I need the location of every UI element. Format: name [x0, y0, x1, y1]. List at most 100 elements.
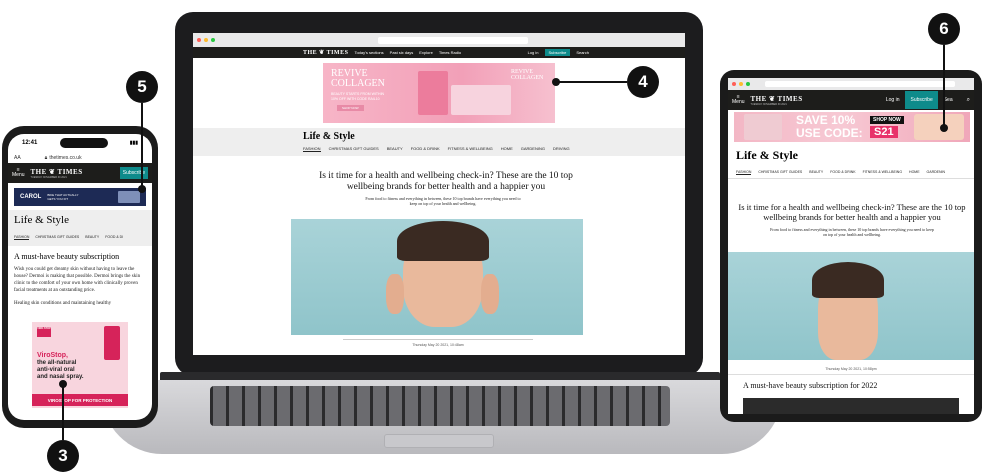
ad-tagline: BEAUTY STARTS FROM WITHIN: [331, 92, 385, 96]
nav-link[interactable]: Today's sections: [354, 50, 383, 55]
tablet-screen: ≡ Menu THE ❦ TIMES TUESDAY NOVEMBER 30 20…: [728, 78, 974, 414]
bike-image: [118, 191, 140, 203]
subnav-fashion[interactable]: FASHION: [14, 235, 30, 240]
ad-offer: 10% OFF WITH CODE RAIL10: [331, 97, 380, 101]
subnav-home[interactable]: HOME: [909, 170, 920, 175]
subscribe-button[interactable]: Subscribe: [544, 49, 571, 56]
subscribe-button[interactable]: Subscribe: [905, 91, 938, 109]
subnav-beauty[interactable]: BEAUTY: [387, 146, 403, 152]
ad2-cta-button[interactable]: VIROSTOP FOR PROTECTION: [32, 394, 128, 406]
subnav-beauty[interactable]: BEAUTY: [809, 170, 823, 175]
left-hand: [386, 274, 404, 314]
minimize-window-icon[interactable]: [204, 38, 208, 42]
callout-5-leader: [141, 103, 143, 188]
subnav-gardening[interactable]: GARDENING: [521, 146, 545, 152]
header-date: TUESDAY NOVEMBER 30 2021: [750, 102, 787, 106]
phone-address-bar[interactable]: AA 🔒︎ thetimes.co.uk: [8, 152, 152, 163]
login-link[interactable]: Log in: [528, 50, 539, 55]
subnav-fashion[interactable]: FASHION: [736, 170, 752, 175]
text-size-button[interactable]: AA: [14, 155, 21, 161]
maximize-window-icon[interactable]: [746, 82, 750, 86]
close-window-icon[interactable]: [732, 82, 736, 86]
menu-button[interactable]: ≡ Menu: [12, 168, 25, 178]
subnav-home[interactable]: HOME: [501, 146, 513, 152]
ad-shop-button[interactable]: SHOP NOW: [870, 116, 904, 124]
times-logo[interactable]: THE ❦ TIMES: [303, 49, 348, 56]
save-ten-percent-ad[interactable]: SAVE 10% USE CODE: SHOP NOW S21: [734, 112, 970, 142]
right-hand: [481, 274, 499, 314]
nav-link[interactable]: Explore: [419, 50, 433, 55]
ad-code-text: USE CODE:: [796, 126, 863, 140]
subnav-gift-guides[interactable]: CHRISTMAS GIFT GUIDES: [758, 170, 802, 175]
subscribe-button[interactable]: Subscribe: [119, 167, 148, 179]
virostop-logo: VIRO STOP: [37, 327, 51, 337]
subnav-beauty[interactable]: BEAUTY: [85, 235, 99, 240]
tablet-address-bar[interactable]: [765, 81, 955, 87]
laptop-keyboard: [210, 386, 670, 426]
status-time: 12:41: [22, 140, 38, 146]
phone-screen: 12:41 ▮▮▮ AA 🔒︎ thetimes.co.uk ≡ Menu THE…: [8, 134, 152, 420]
subnav-driving[interactable]: DRIVING: [553, 146, 570, 152]
battery-icon: ▮▮▮: [129, 140, 138, 146]
menu-button[interactable]: ≡ Menu: [732, 95, 745, 105]
phone-notch: [59, 138, 108, 148]
maximize-window-icon[interactable]: [211, 38, 215, 42]
close-window-icon[interactable]: [197, 38, 201, 42]
virostop-ad[interactable]: VIRO STOP ViroStop, the all-natural anti…: [32, 322, 128, 408]
subnav-food-drink[interactable]: FOOD & DI: [105, 235, 123, 240]
times-logo[interactable]: THE ❦ TIMES: [751, 95, 803, 103]
subnav-food-drink[interactable]: FOOD & DRINK: [411, 146, 440, 152]
callout-6: 6: [928, 13, 960, 45]
spray-box-image: [104, 326, 120, 360]
callout-5: 5: [126, 71, 158, 103]
laptop-trackpad: [384, 434, 494, 448]
revive-collagen-ad[interactable]: REVIVE COLLAGEN BEAUTY STARTS FROM WITHI…: [323, 63, 555, 123]
subnav-gift-guides[interactable]: CHRISTMAS GIFT GUIDES: [329, 146, 379, 152]
login-link[interactable]: Log in: [886, 97, 900, 103]
carol-bike-ad[interactable]: CAROL BIKE THAT ACTUALLY GETS YOU FIT: [14, 188, 146, 206]
phone-site-header: ≡ Menu THE ❦ TIMES TUESDAY NOVEMBER 30 20…: [8, 163, 152, 183]
subnav-gift-guides[interactable]: CHRISTMAS GIFT GUIDES: [35, 235, 79, 240]
callout-6-dot: [940, 124, 948, 132]
subnav-fitness[interactable]: FITNESS & WELLBEING: [448, 146, 493, 152]
ad-hand-image: [914, 114, 964, 140]
article-dateline: Thursday May 20 2021, 10:48am: [412, 343, 464, 347]
article-dateline: Thursday May 20 2021, 10:58pm: [825, 367, 877, 371]
nav-link[interactable]: Times Radio: [439, 50, 461, 55]
divider-line: [343, 339, 533, 340]
laptop-address-bar[interactable]: [378, 36, 528, 44]
search-link[interactable]: Sea: [944, 97, 953, 103]
subnav-food-drink[interactable]: FOOD & DRINK: [830, 170, 855, 175]
ad2-line-2: anti-viral oral: [37, 367, 75, 373]
search-link[interactable]: Search: [576, 50, 679, 55]
search-icon[interactable]: ⌕: [967, 97, 970, 104]
callout-4-leader: [557, 81, 627, 83]
subnav-gardening[interactable]: GARDENIN: [927, 170, 945, 175]
ad-code-value: S21: [870, 126, 898, 138]
ad-model-image: [744, 114, 782, 140]
minimize-window-icon[interactable]: [739, 82, 743, 86]
laptop-browser-chrome: [193, 33, 685, 47]
ad2-line-3: and nasal spray.: [37, 374, 84, 380]
product-box-image: [418, 71, 448, 115]
callout-3-leader: [62, 384, 64, 440]
ad-shop-button[interactable]: SHOP NOW: [337, 105, 364, 111]
subnav-fashion[interactable]: FASHION: [303, 146, 321, 152]
callout-4-dot: [552, 78, 560, 86]
divider-line: [728, 178, 974, 179]
ad2-line-1: the all-natural: [37, 360, 77, 366]
section-title: Life & Style: [303, 131, 355, 142]
phone-url[interactable]: thetimes.co.uk: [49, 155, 81, 161]
ad-save-text: SAVE 10%: [796, 113, 856, 127]
laptop-site-header: THE ❦ TIMES Today's sections Past six da…: [193, 47, 685, 58]
menu-label: Menu: [12, 172, 25, 178]
times-logo[interactable]: THE ❦ TIMES: [31, 168, 83, 176]
article-subhead: A must-have beauty subscription for 2022: [743, 381, 878, 390]
section-header-band: Life & Style FASHION CHRISTMAS GIFT GUID…: [8, 210, 152, 246]
article-title: A must-have beauty subscription: [14, 252, 120, 261]
subnav-fitness[interactable]: FITNESS & WELLBEING: [863, 170, 902, 175]
ad-brand: CAROL: [20, 194, 42, 200]
callout-3: 3: [47, 440, 79, 472]
article-standfirst: From food to fitness and everything in b…: [365, 196, 521, 206]
nav-link[interactable]: Past six days: [390, 50, 414, 55]
